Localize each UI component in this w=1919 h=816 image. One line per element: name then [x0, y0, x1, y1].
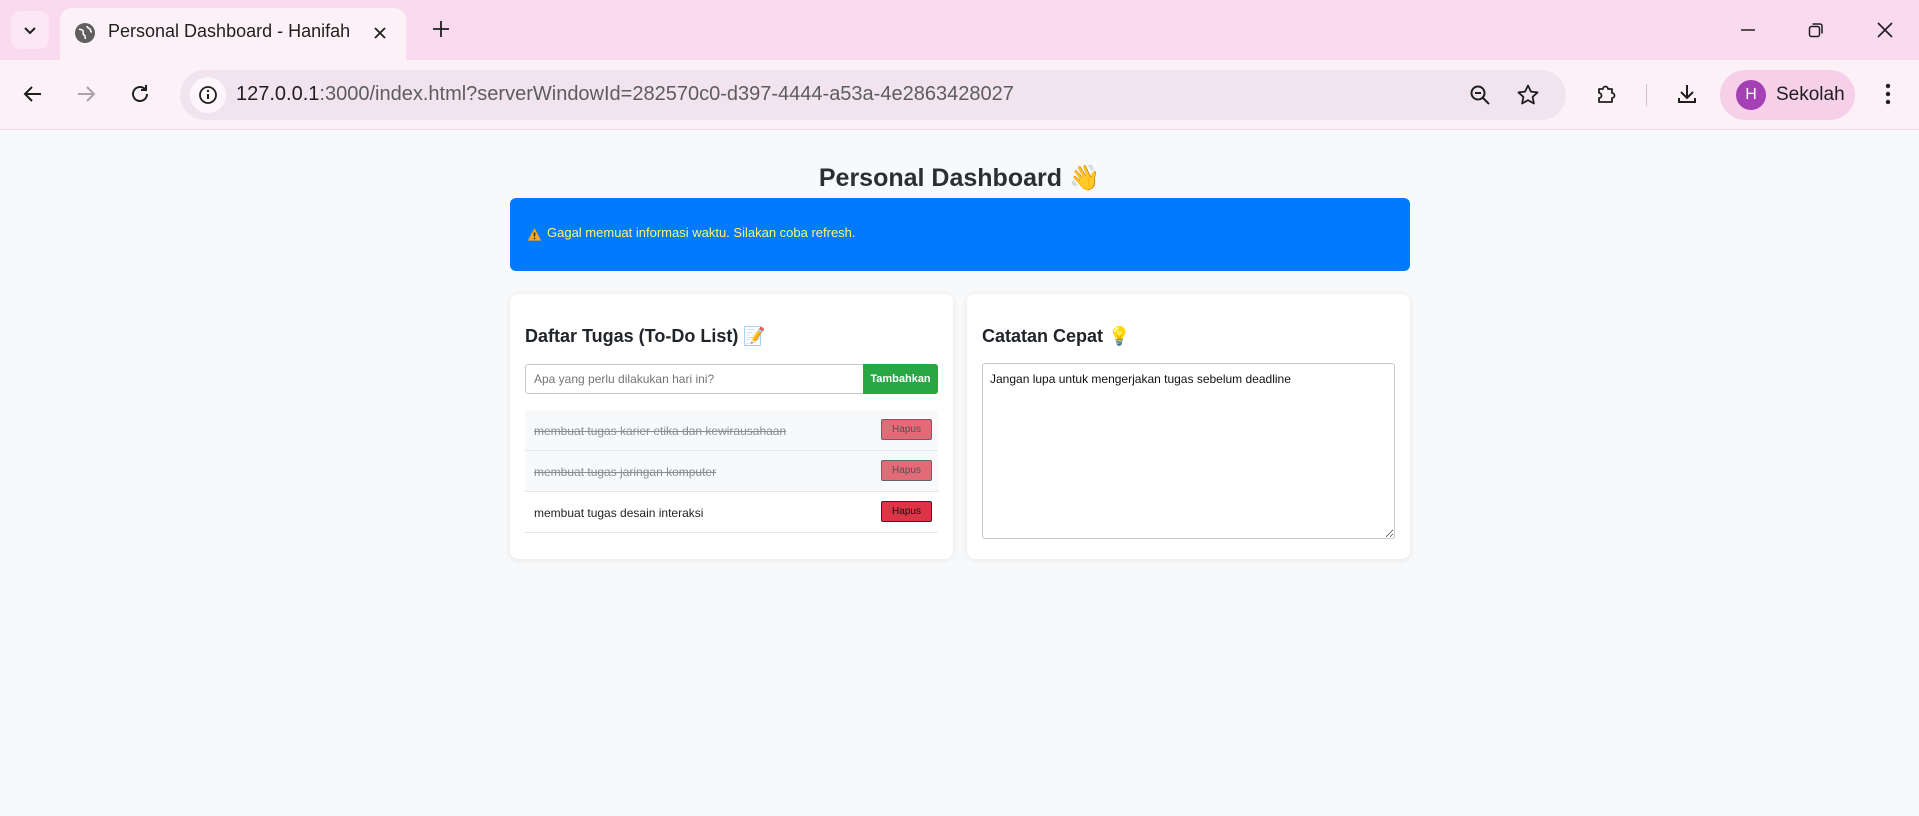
- memo-emoji: 📝: [743, 326, 766, 346]
- puzzle-icon: [1598, 85, 1616, 103]
- download-icon: [1678, 85, 1696, 103]
- kebab-menu-icon: [1885, 83, 1891, 105]
- browser-menu-button[interactable]: [1868, 74, 1908, 114]
- notes-title-text: Catatan Cepat: [982, 326, 1104, 346]
- reload-icon: [132, 85, 148, 102]
- lightbulb-emoji: 💡: [1108, 326, 1131, 346]
- delete-task-button[interactable]: Hapus: [881, 501, 932, 522]
- forward-button[interactable]: [66, 74, 106, 114]
- todo-item[interactable]: membuat tugas desain interaksi Hapus: [525, 492, 938, 533]
- close-icon: [374, 27, 386, 39]
- back-button[interactable]: [13, 74, 53, 114]
- tab-title: Personal Dashboard - Hanifah: [108, 21, 351, 41]
- arrow-left-icon: [23, 86, 41, 102]
- url-text: 127.0.0.1:3000/index.html?serverWindowId…: [236, 83, 1014, 106]
- profile-name: Sekolah: [1776, 84, 1845, 105]
- todo-item[interactable]: membuat tugas jaringan komputer Hapus: [525, 451, 938, 492]
- star-icon: [1517, 84, 1539, 105]
- browser-toolbar: 127.0.0.1:3000/index.html?serverWindowId…: [0, 60, 1919, 130]
- url-host: 127.0.0.1: [236, 83, 320, 105]
- page-title-text: Personal Dashboard: [818, 164, 1063, 192]
- close-icon: [1877, 22, 1893, 38]
- notes-title: Catatan Cepat 💡: [982, 326, 1130, 347]
- tab-strip: Personal Dashboard - Hanifah: [0, 0, 1919, 60]
- todo-title: Daftar Tugas (To-Do List) 📝: [525, 326, 766, 347]
- add-task-button[interactable]: Tambahkan: [863, 364, 938, 394]
- avatar: H: [1736, 80, 1766, 110]
- toolbar-separator: [1646, 84, 1647, 106]
- zoom-button[interactable]: [1462, 77, 1498, 113]
- address-bar[interactable]: 127.0.0.1:3000/index.html?serverWindowId…: [180, 70, 1566, 120]
- restore-icon: [1808, 23, 1823, 38]
- reload-button[interactable]: [120, 74, 160, 114]
- minimize-button[interactable]: [1725, 10, 1771, 50]
- todo-item-text: membuat tugas desain interaksi: [534, 506, 704, 520]
- todo-list: membuat tugas karier etika dan kewirausa…: [525, 410, 938, 533]
- delete-task-button[interactable]: Hapus: [881, 460, 932, 481]
- close-window-button[interactable]: [1862, 10, 1908, 50]
- todo-item[interactable]: membuat tugas karier etika dan kewirausa…: [525, 410, 938, 451]
- chevron-down-icon: [24, 27, 36, 35]
- notes-card: Catatan Cepat 💡 Jangan lupa untuk menger…: [967, 294, 1410, 559]
- zoom-out-icon: [1470, 85, 1490, 105]
- restore-button[interactable]: [1793, 10, 1839, 50]
- url-path: :3000/index.html?serverWindowId=282570c0…: [319, 83, 1014, 105]
- info-icon: [199, 86, 217, 104]
- bookmark-button[interactable]: [1510, 77, 1546, 113]
- delete-task-button[interactable]: Hapus: [881, 419, 932, 440]
- tab-search-button[interactable]: [11, 11, 49, 49]
- arrow-right-icon: [78, 86, 96, 102]
- todo-input[interactable]: [525, 364, 863, 394]
- new-tab-button[interactable]: [423, 11, 459, 47]
- waving-hand-emoji: 👋: [1068, 164, 1101, 192]
- todo-card: Daftar Tugas (To-Do List) 📝 Tambahkan me…: [510, 294, 953, 559]
- time-error-alert: Gagal memuat informasi waktu. Silakan co…: [510, 198, 1410, 271]
- page-title: Personal Dashboard 👋: [0, 164, 1919, 193]
- globe-icon: [75, 23, 95, 43]
- profile-button[interactable]: H Sekolah: [1720, 70, 1855, 120]
- active-tab[interactable]: Personal Dashboard - Hanifah: [60, 8, 406, 60]
- todo-item-text: membuat tugas karier etika dan kewirausa…: [534, 424, 787, 438]
- tab-close-button[interactable]: [366, 19, 394, 47]
- notes-textarea[interactable]: Jangan lupa untuk mengerjakan tugas sebe…: [982, 363, 1395, 539]
- site-info-button[interactable]: [190, 77, 226, 113]
- extensions-button[interactable]: [1587, 74, 1627, 114]
- todo-item-text: membuat tugas jaringan komputer: [534, 465, 717, 479]
- plus-icon: [433, 21, 449, 37]
- minimize-icon: [1741, 29, 1755, 31]
- downloads-button[interactable]: [1667, 74, 1707, 114]
- todo-title-text: Daftar Tugas (To-Do List): [525, 326, 739, 346]
- warning-icon: [527, 228, 542, 241]
- alert-message: Gagal memuat informasi waktu. Silakan co…: [547, 225, 856, 240]
